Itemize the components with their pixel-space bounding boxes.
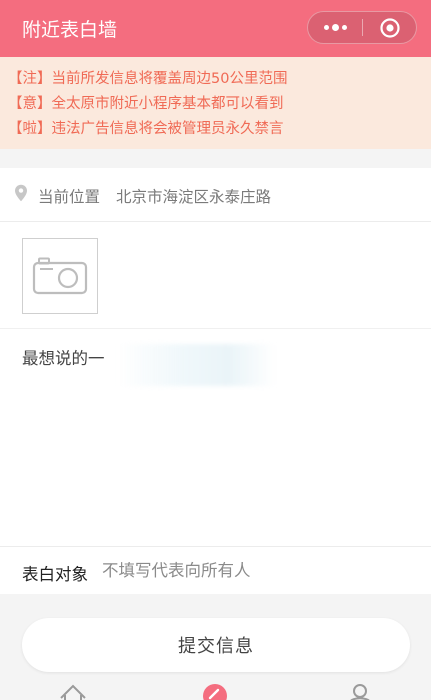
blurred-overlay: [118, 344, 276, 386]
location-pin-icon: [15, 184, 27, 202]
notice-line: 【意】全太原市附近小程序基本都可以看到: [8, 96, 284, 112]
target-label: 表白对象: [22, 565, 88, 584]
page-title: 附近表白墙: [22, 19, 118, 41]
tab-bar: [0, 682, 431, 700]
target-row: 表白对象: [0, 546, 431, 594]
location-row[interactable]: 当前位置 北京市海淀区永泰庄路: [0, 168, 431, 222]
more-dots-icon[interactable]: [308, 12, 362, 43]
nav-header: 附近表白墙: [0, 0, 431, 57]
add-photo-button[interactable]: [22, 238, 98, 314]
notice-line: 【注】当前所发信息将覆盖周边50公里范围: [8, 71, 288, 87]
notice-line: 【啦】违法广告信息将会被管理员永久禁言: [8, 121, 284, 137]
location-label: 当前位置: [38, 188, 101, 206]
menu-capsule: [307, 11, 417, 44]
divider: [0, 328, 431, 329]
location-value: 北京市海淀区永泰庄路: [116, 188, 272, 206]
content-textarea[interactable]: 最想说的一: [22, 345, 105, 369]
notice-banner: 【注】当前所发信息将覆盖周边50公里范围 【意】全太原市附近小程序基本都可以看到…: [0, 57, 431, 149]
target-input[interactable]: [100, 551, 414, 589]
post-form: 当前位置 北京市海淀区永泰庄路 最想说的一 表白对象: [0, 168, 431, 594]
user-icon[interactable]: [346, 682, 374, 700]
target-close-icon[interactable]: [363, 12, 416, 43]
edit-icon[interactable]: [201, 682, 229, 700]
camera-icon: [32, 257, 88, 295]
submit-button[interactable]: 提交信息: [22, 618, 410, 672]
home-icon[interactable]: [58, 682, 88, 700]
